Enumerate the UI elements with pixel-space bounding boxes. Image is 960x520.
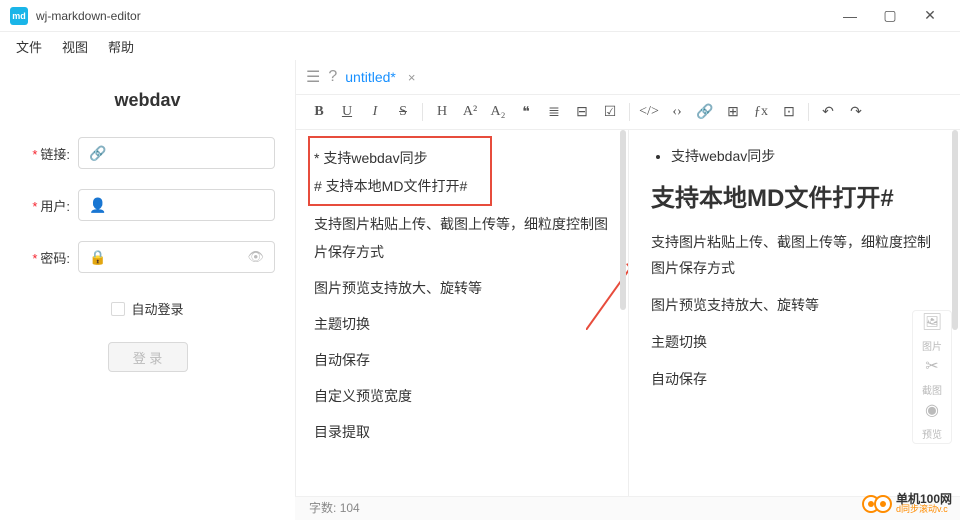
link-input[interactable]: 🔗 (78, 137, 275, 169)
bold-button[interactable]: B (306, 99, 332, 125)
editor-line[interactable]: 目录提取 (314, 418, 610, 446)
ft-image[interactable]: 🖼图片 (913, 311, 951, 355)
tab-help-icon[interactable]: ? (328, 68, 337, 86)
panes: * 支持webdav同步 # 支持本地MD文件打开# 支持图片粘贴上传、截图上传… (296, 130, 960, 520)
auto-login-row[interactable]: 自动登录 (111, 299, 183, 318)
quote-button[interactable]: ❝ (513, 99, 539, 125)
undo-button[interactable]: ↶ (815, 99, 841, 125)
ft-screenshot[interactable]: ✂截图 (913, 355, 951, 399)
preview-pane: 支持webdav同步 支持本地MD文件打开# 支持图片粘贴上传、截图上传等，细粒… (628, 130, 960, 520)
main: webdav *链接: 🔗 *用户: 👤 *密码: 🔒 👁 自动登录 登 录 ☰… (0, 60, 960, 520)
preview-heading: 支持本地MD文件打开# (651, 183, 938, 214)
separator (808, 103, 809, 121)
sidebar-title: webdav (114, 90, 180, 111)
link-label: *链接: (20, 144, 70, 163)
preview-paragraph: 图片预览支持放大、旋转等 (651, 293, 938, 318)
editor-line[interactable]: 图片预览支持放大、旋转等 (314, 274, 610, 302)
app-icon: md (10, 7, 28, 25)
tab-name[interactable]: untitled* (345, 69, 396, 85)
maximize-button[interactable]: ▢ (870, 2, 910, 30)
ft-preview[interactable]: ◉预览 (913, 399, 951, 443)
lock-icon: 🔒 (89, 249, 106, 266)
user-input[interactable]: 👤 (78, 189, 275, 221)
outline-icon[interactable]: ☰ (306, 67, 320, 87)
menu-help[interactable]: 帮助 (100, 35, 142, 58)
preview-paragraph: 主题切换 (651, 330, 938, 355)
titlebar: md wj-markdown-editor — ▢ ✕ (0, 0, 960, 32)
watermark-sub: d同步滚动v.c (896, 505, 952, 514)
codeblock-button[interactable]: </> (636, 99, 662, 125)
image-button[interactable]: ⊡ (776, 99, 802, 125)
strike-button[interactable]: S (390, 99, 416, 125)
window-title: wj-markdown-editor (36, 9, 141, 23)
password-row: *密码: 🔒 👁 (20, 241, 275, 273)
subscript-button[interactable]: A₂ (485, 99, 511, 125)
editor-pane[interactable]: * 支持webdav同步 # 支持本地MD文件打开# 支持图片粘贴上传、截图上传… (296, 130, 628, 520)
editor-line[interactable]: 自动保存 (314, 346, 610, 374)
table-button[interactable]: ⊞ (720, 99, 746, 125)
ul-button[interactable]: ≣ (541, 99, 567, 125)
preview-bullet: 支持webdav同步 (671, 144, 938, 169)
password-label: *密码: (20, 248, 70, 267)
editor-area: ☰ ? untitled* × B U I S H A² A₂ ❝ ≣ ⊟ ☑ … (295, 60, 960, 520)
italic-button[interactable]: I (362, 99, 388, 125)
superscript-button[interactable]: A² (457, 99, 483, 125)
scissors-icon: ✂ (925, 353, 938, 382)
separator (422, 103, 423, 121)
toolbar: B U I S H A² A₂ ❝ ≣ ⊟ ☑ </> ‹› 🔗 ⊞ ƒx ⊡ … (296, 94, 960, 130)
link-icon: 🔗 (89, 145, 106, 162)
separator (629, 103, 630, 121)
underline-button[interactable]: U (334, 99, 360, 125)
tab-close-icon[interactable]: × (408, 70, 416, 85)
user-label: *用户: (20, 196, 70, 215)
statusbar: 字数: 104 (295, 496, 960, 520)
sidebar: webdav *链接: 🔗 *用户: 👤 *密码: 🔒 👁 自动登录 登 录 (0, 60, 295, 520)
preview-paragraph: 自动保存 (651, 367, 938, 392)
checklist-button[interactable]: ☑ (597, 99, 623, 125)
auto-login-label: 自动登录 (131, 299, 183, 318)
menu-view[interactable]: 视图 (54, 35, 96, 58)
ol-button[interactable]: ⊟ (569, 99, 595, 125)
eye-icon: ◉ (925, 397, 939, 426)
char-count: 104 (340, 501, 360, 515)
minimize-button[interactable]: — (830, 2, 870, 30)
menu-file[interactable]: 文件 (8, 35, 50, 58)
floating-tools: 🖼图片 ✂截图 ◉预览 (912, 310, 952, 444)
editor-line[interactable]: 主题切换 (314, 310, 610, 338)
editor-line[interactable]: * 支持webdav同步 (314, 144, 610, 172)
window-controls: — ▢ ✕ (830, 2, 950, 30)
tab-bar: ☰ ? untitled* × (296, 60, 960, 94)
preview-scrollbar[interactable] (952, 130, 958, 520)
login-button[interactable]: 登 录 (108, 342, 188, 372)
char-count-label: 字数: (309, 501, 336, 515)
redo-button[interactable]: ↷ (843, 99, 869, 125)
editor-line[interactable]: 支持图片粘贴上传、截图上传等，细粒度控制图片保存方式 (314, 210, 610, 266)
user-row: *用户: 👤 (20, 189, 275, 221)
formula-button[interactable]: ƒx (748, 99, 774, 125)
close-button[interactable]: ✕ (910, 2, 950, 30)
watermark: 单机100网 d同步滚动v.c (862, 493, 952, 514)
user-icon: 👤 (89, 197, 106, 214)
editor-line[interactable]: # 支持本地MD文件打开# (314, 172, 610, 200)
editor-scrollbar[interactable] (620, 130, 626, 520)
inlinecode-button[interactable]: ‹› (664, 99, 690, 125)
preview-paragraph: 支持图片粘贴上传、截图上传等，细粒度控制图片保存方式 (651, 230, 938, 280)
password-input[interactable]: 🔒 👁 (78, 241, 275, 273)
link-button[interactable]: 🔗 (692, 99, 718, 125)
heading-button[interactable]: H (429, 99, 455, 125)
eye-icon[interactable]: 👁 (247, 249, 264, 265)
menubar: 文件 视图 帮助 (0, 32, 960, 60)
editor-line[interactable]: 自定义预览宽度 (314, 382, 610, 410)
auto-login-checkbox[interactable] (111, 302, 125, 316)
link-row: *链接: 🔗 (20, 137, 275, 169)
watermark-logo-icon (862, 495, 892, 513)
image-icon: 🖼 (922, 309, 942, 338)
